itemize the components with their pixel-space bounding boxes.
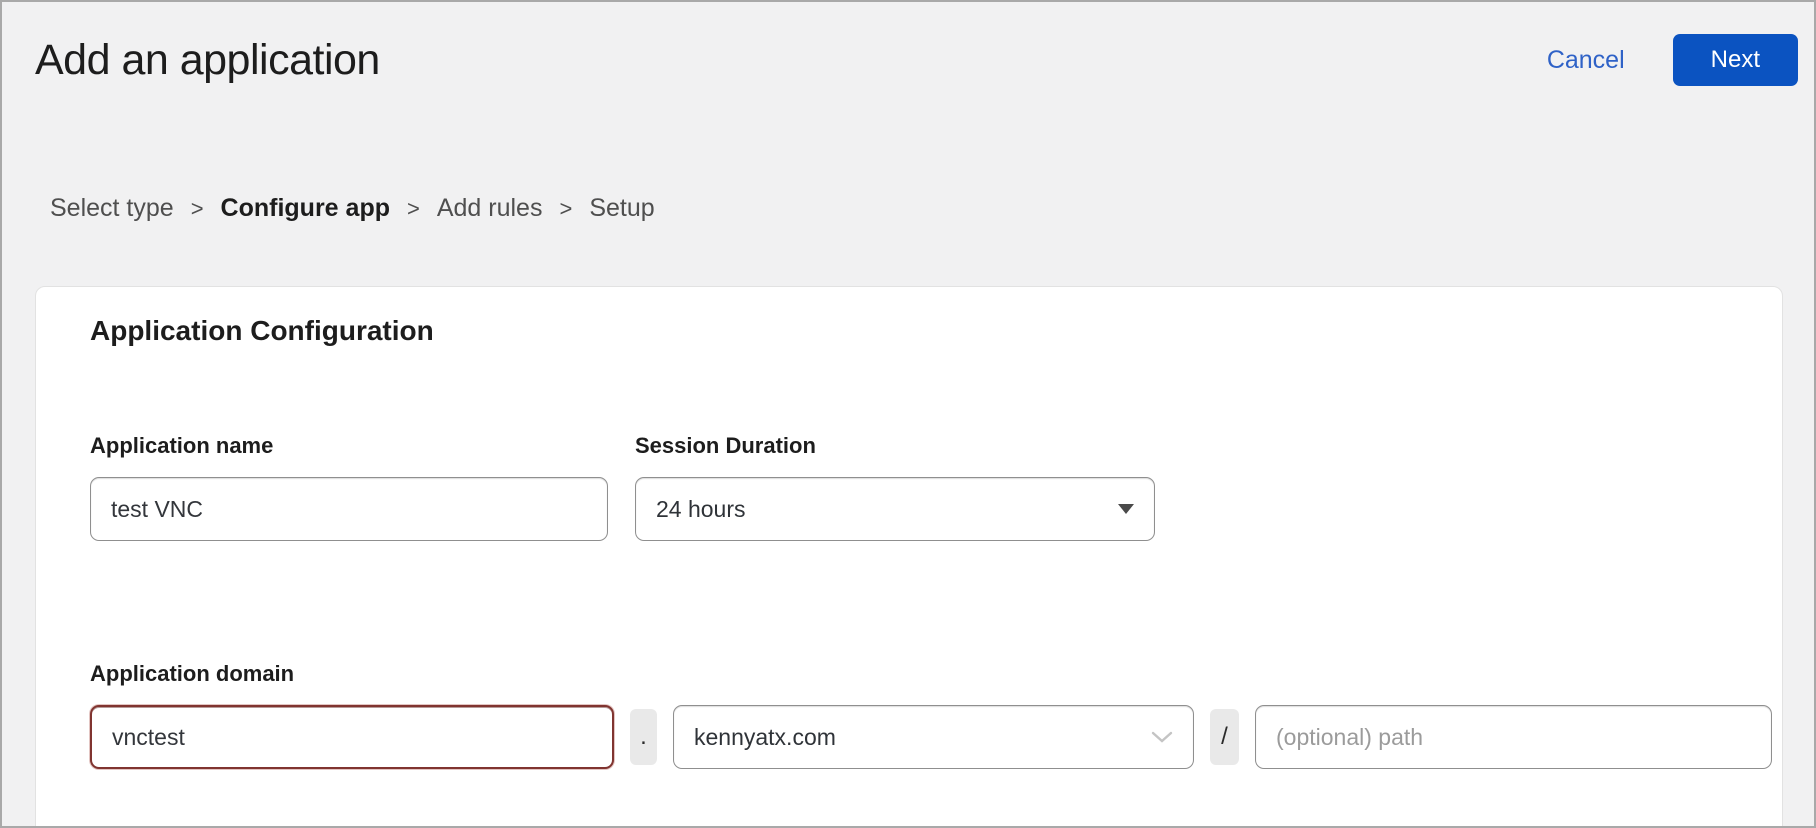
next-button[interactable]: Next [1673, 34, 1798, 86]
step-add-rules[interactable]: Add rules [437, 194, 543, 223]
step-separator: > [407, 196, 420, 222]
section-title: Application Configuration [90, 315, 1782, 347]
session-duration-label: Session Duration [635, 433, 1155, 459]
application-configuration-card: Application Configuration Application na… [35, 286, 1783, 828]
subdomain-input[interactable] [90, 705, 614, 769]
application-name-field: Application name [90, 433, 608, 541]
session-duration-select[interactable]: 24 hours [635, 477, 1155, 541]
step-separator: > [191, 196, 204, 222]
name-session-row: Application name Session Duration 24 hou… [90, 433, 1782, 541]
application-domain-label: Application domain [90, 661, 1782, 687]
application-domain-field: Application domain . kennyatx.com / [90, 661, 1782, 769]
page-header: Add an application Cancel Next [2, 2, 1814, 86]
application-domain-row: . kennyatx.com / [90, 705, 1782, 769]
add-application-page: Add an application Cancel Next Select ty… [0, 0, 1816, 828]
session-duration-value: 24 hours [656, 496, 746, 523]
step-setup[interactable]: Setup [589, 194, 654, 223]
path-input[interactable] [1255, 705, 1772, 769]
breadcrumb: Select type > Configure app > Add rules … [50, 194, 1814, 223]
slash-separator: / [1210, 709, 1239, 765]
application-name-input[interactable] [90, 477, 608, 541]
session-duration-field: Session Duration 24 hours [635, 433, 1155, 541]
step-separator: > [559, 196, 572, 222]
step-configure-app[interactable]: Configure app [221, 194, 390, 223]
domain-select[interactable]: kennyatx.com [673, 705, 1194, 769]
step-select-type[interactable]: Select type [50, 194, 174, 223]
dot-separator: . [630, 709, 657, 765]
chevron-down-icon [1151, 731, 1173, 744]
application-name-label: Application name [90, 433, 608, 459]
domain-select-value: kennyatx.com [694, 724, 836, 751]
triangle-down-icon [1118, 504, 1134, 514]
cancel-button[interactable]: Cancel [1547, 46, 1625, 75]
page-title: Add an application [35, 36, 380, 85]
header-actions: Cancel Next [1547, 34, 1798, 86]
